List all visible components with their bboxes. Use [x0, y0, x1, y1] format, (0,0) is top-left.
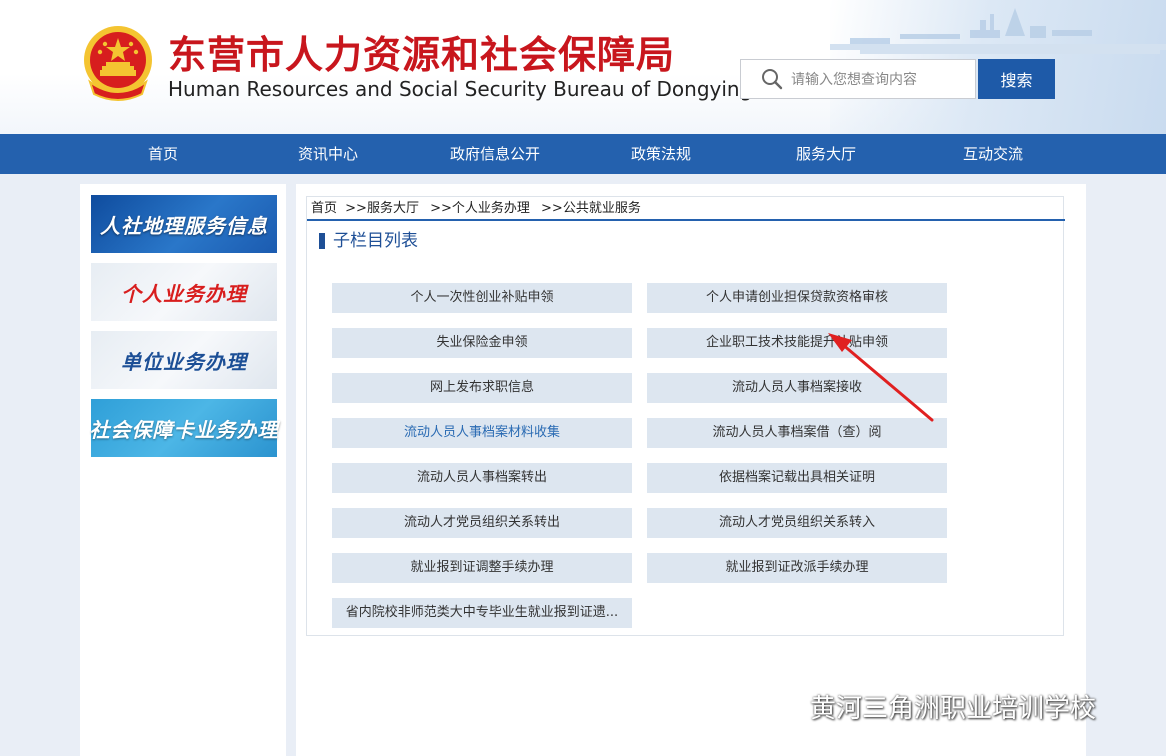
watermark: 黄河三角洲职业培训学校 — [756, 686, 1096, 726]
nav-item-policy[interactable]: 政策法规 — [631, 134, 691, 174]
service-item[interactable]: 流动人员人事档案接收 — [647, 373, 947, 403]
search-box[interactable] — [740, 59, 976, 100]
service-item[interactable]: 流动人员人事档案借（查）阅 — [647, 418, 947, 448]
sidebar-item-social-security-card[interactable]: 社会保障卡业务办理 — [90, 399, 278, 457]
sidebar-item-geo-service[interactable]: 人社地理服务信息 — [91, 195, 277, 253]
service-item[interactable]: 流动人员人事档案转出 — [332, 463, 632, 493]
sidebar: 人社地理服务信息 个人业务办理 单位业务办理 社会保障卡业务办理 — [80, 184, 286, 756]
nav-item-news[interactable]: 资讯中心 — [298, 134, 358, 174]
service-item[interactable]: 流动人才党员组织关系转出 — [332, 508, 632, 538]
nav-item-gov-info[interactable]: 政府信息公开 — [450, 134, 540, 174]
nav-item-interaction[interactable]: 互动交流 — [963, 134, 1023, 174]
breadcrumb: 首页 >>服务大厅 >>个人业务办理 >>公共就业服务 — [311, 200, 644, 218]
search-button[interactable]: 搜索 — [978, 59, 1055, 99]
service-item[interactable]: 网上发布求职信息 — [332, 373, 632, 403]
service-item[interactable]: 个人一次性创业补贴申领 — [332, 283, 632, 313]
section-marker-icon — [319, 233, 325, 249]
site-title: 东营市人力资源和社会保障局 — [168, 33, 676, 77]
nav-item-service-hall[interactable]: 服务大厅 — [796, 134, 856, 174]
service-item[interactable]: 企业职工技术技能提升补贴申领 — [647, 328, 947, 358]
breadcrumb-home[interactable]: 首页 — [311, 201, 337, 216]
search-icon — [762, 69, 783, 90]
content-panel: 首页 >>服务大厅 >>个人业务办理 >>公共就业服务 子栏目列表 个人一次性创… — [306, 196, 1065, 636]
breadcrumb-personal-business[interactable]: >>个人业务办理 — [430, 201, 530, 216]
service-item[interactable]: 流动人员人事档案材料收集 — [332, 418, 632, 448]
service-item[interactable]: 依据档案记载出具相关证明 — [647, 463, 947, 493]
search-input[interactable] — [789, 60, 973, 100]
main-nav: 首页 资讯中心 政府信息公开 政策法规 服务大厅 互动交流 — [0, 134, 1166, 174]
section-title-text: 子栏目列表 — [333, 231, 418, 251]
breadcrumb-service-hall[interactable]: >>服务大厅 — [345, 201, 419, 216]
sidebar-item-unit-business[interactable]: 单位业务办理 — [91, 331, 277, 389]
sidebar-item-personal-business[interactable]: 个人业务办理 — [91, 263, 277, 321]
site-subtitle: Human Resources and Social Security Bure… — [168, 77, 753, 101]
watermark-text: 黄河三角洲职业培训学校 — [810, 693, 1097, 724]
site-header: 东营市人力资源和社会保障局 Human Resources and Social… — [0, 0, 1166, 134]
nav-item-home[interactable]: 首页 — [148, 134, 178, 174]
service-item[interactable]: 就业报到证改派手续办理 — [647, 553, 947, 583]
service-item[interactable]: 流动人才党员组织关系转入 — [647, 508, 947, 538]
service-item[interactable]: 省内院校非师范类大中专毕业生就业报到证遗... — [332, 598, 632, 628]
service-item[interactable]: 就业报到证调整手续办理 — [332, 553, 632, 583]
service-item[interactable]: 个人申请创业担保贷款资格审核 — [647, 283, 947, 313]
national-emblem-icon — [84, 26, 152, 101]
service-item[interactable]: 失业保险金申领 — [332, 328, 632, 358]
main-content: 首页 >>服务大厅 >>个人业务办理 >>公共就业服务 子栏目列表 个人一次性创… — [296, 184, 1086, 756]
breadcrumb-employment-service[interactable]: >>公共就业服务 — [541, 201, 641, 216]
breadcrumb-divider — [307, 219, 1065, 221]
wechat-icon — [756, 689, 799, 721]
